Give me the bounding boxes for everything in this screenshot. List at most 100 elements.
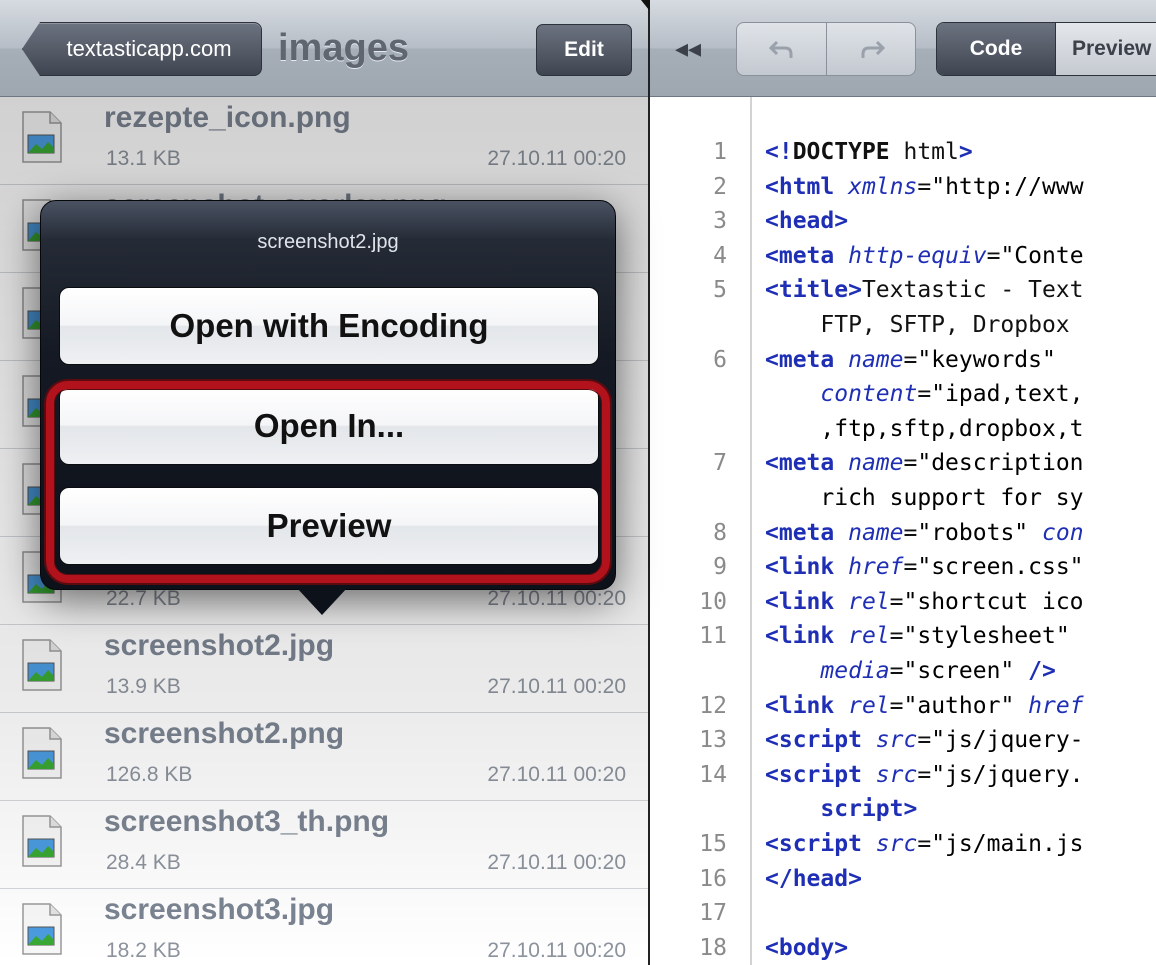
code-line: 11 <link rel="stylesheet"	[650, 618, 1156, 654]
file-name: screenshot3_th.png	[104, 805, 390, 838]
open-with-encoding-button[interactable]: Open with Encoding	[59, 287, 599, 365]
code-line: 2 <html xmlns="http://www	[650, 169, 1156, 205]
file-size: 13.9 KB	[106, 675, 181, 698]
redo-icon[interactable]	[827, 23, 915, 75]
file-date: 27.10.11 00:20	[487, 939, 626, 962]
code-text: </head>	[765, 865, 862, 892]
code-text: <meta name="description	[765, 450, 1084, 477]
line-number: 16	[699, 865, 727, 892]
code-line: content="ipad,text,	[650, 376, 1156, 412]
line-number: 7	[713, 450, 727, 477]
file-size: 13.1 KB	[106, 147, 181, 170]
code-text: <head>	[765, 208, 849, 235]
highlight-frame	[46, 381, 610, 583]
line-number: 18	[699, 934, 727, 961]
code-line: 8 <meta name="robots" con	[650, 515, 1156, 551]
file-row[interactable]: screenshot3_th.png 28.4 KB 27.10.11 00:20	[0, 801, 648, 889]
file-date: 27.10.11 00:20	[487, 147, 626, 170]
code-line: 1 <!DOCTYPE html>	[650, 134, 1156, 170]
code-text: <link rel="author" href	[765, 692, 1084, 719]
code-text: <!DOCTYPE html>	[765, 139, 973, 165]
file-row[interactable]: screenshot2.jpg 13.9 KB 27.10.11 00:20	[0, 625, 648, 713]
code-text: <title>Textastic - Text	[765, 277, 1084, 304]
code-tab[interactable]: Code	[937, 23, 1055, 75]
file-date: 27.10.11 00:20	[487, 851, 626, 874]
line-number: 15	[699, 831, 727, 857]
code-line: 17	[650, 895, 1156, 931]
file-browser-header: textasticapp.com images Edit	[0, 0, 648, 97]
code-line: 16 </head>	[650, 861, 1156, 897]
line-number: 2	[713, 173, 727, 200]
line-number: 5	[713, 277, 727, 304]
code-line: 4 <meta http-equiv="Conte	[650, 238, 1156, 274]
file-size: 18.2 KB	[106, 939, 181, 962]
code-line: 10 <link rel="shortcut ico	[650, 584, 1156, 620]
code-line: rich support for sy	[650, 480, 1156, 516]
code-text: rich support for sy	[765, 485, 1084, 511]
file-size: 126.8 KB	[106, 763, 193, 786]
code-text: <link rel="shortcut ico	[765, 588, 1084, 615]
back-button[interactable]: textasticapp.com	[22, 22, 262, 76]
image-file-icon	[22, 815, 62, 867]
code-line: 14 <script src="js/jquery.	[650, 757, 1156, 793]
code-line: 12 <link rel="author" href	[650, 688, 1156, 724]
file-row[interactable]: rezepte_icon.png 13.1 KB 27.10.11 00:20	[0, 97, 648, 185]
file-name: screenshot3.jpg	[104, 893, 335, 926]
file-name: screenshot2.png	[104, 717, 345, 750]
line-number: 4	[713, 242, 727, 269]
code-text: content="ipad,text,	[820, 381, 1084, 408]
code-line: 13 <script src="js/jquery-	[650, 722, 1156, 758]
line-number: 14	[699, 761, 727, 788]
image-file-icon	[22, 639, 62, 691]
file-name: rezepte_icon.png	[104, 101, 351, 134]
code-text: <meta name="keywords"	[765, 346, 1056, 373]
image-file-icon	[22, 727, 62, 779]
code-text: <html xmlns="http://www	[765, 173, 1084, 200]
line-number: 3	[713, 208, 727, 235]
code-line: 18 <body>	[650, 930, 1156, 965]
code-text: <meta name="robots" con	[765, 519, 1084, 546]
folder-title: images	[278, 27, 409, 69]
collapse-sidebar-icon[interactable]: ◂◂	[666, 28, 710, 68]
code-line: 5 <title>Textastic - Text	[650, 272, 1156, 308]
file-actions-popover: screenshot2.jpg Open with Encoding Open …	[40, 200, 616, 590]
file-row[interactable]: screenshot3.jpg 18.2 KB 27.10.11 00:20	[0, 889, 648, 965]
file-size: 22.7 KB	[106, 587, 181, 610]
code-text: <link rel="stylesheet"	[765, 623, 1070, 650]
code-text: ,ftp,sftp,dropbox,t	[765, 415, 1084, 442]
code-text: <body>	[765, 934, 849, 961]
code-text: media="screen" />	[820, 658, 1056, 684]
code-text: FTP, SFTP, Dropbox	[765, 312, 1070, 338]
editor-toolbar: ◂◂ Code Preview	[650, 0, 1156, 97]
popover-arrow	[296, 587, 348, 615]
code-line: 15 <script src="js/main.js	[650, 826, 1156, 862]
code-text: <script src="js/main.js	[765, 831, 1084, 857]
code-text: <script src="js/jquery.	[765, 761, 1084, 788]
line-number: 17	[699, 900, 727, 927]
code-line: ,ftp,sftp,dropbox,t	[650, 411, 1156, 447]
preview-tab[interactable]: Preview	[1055, 23, 1156, 75]
file-name: screenshot2.jpg	[104, 629, 335, 662]
file-row[interactable]: screenshot2.png 126.8 KB 27.10.11 00:20	[0, 713, 648, 801]
code-line: FTP, SFTP, Dropbox	[650, 307, 1156, 343]
code-text: <link href="screen.css"	[765, 554, 1084, 581]
undo-icon[interactable]	[737, 23, 826, 75]
file-date: 27.10.11 00:20	[487, 675, 626, 698]
line-number: 1	[713, 139, 727, 165]
code-line: 6 <meta name="keywords"	[650, 342, 1156, 378]
line-number: 8	[713, 519, 727, 546]
file-date: 27.10.11 00:20	[487, 587, 626, 610]
code-line: script>	[650, 791, 1156, 827]
line-number: 6	[713, 346, 727, 373]
code-line: 3 <head>	[650, 203, 1156, 239]
code-line: media="screen" />	[650, 653, 1156, 689]
line-number: 9	[713, 554, 727, 581]
edit-button[interactable]: Edit	[536, 24, 632, 76]
code-line: 9 <link href="screen.css"	[650, 549, 1156, 585]
image-file-icon	[22, 903, 62, 955]
file-date: 27.10.11 00:20	[487, 763, 626, 786]
undo-redo-control	[736, 22, 916, 76]
view-mode-segmented-control: Code Preview	[936, 22, 1156, 76]
line-number: 11	[699, 623, 727, 650]
code-editor-pane: ◂◂ Code Preview 1 <!DOCTYPE html> 2 <html x…	[650, 0, 1156, 965]
